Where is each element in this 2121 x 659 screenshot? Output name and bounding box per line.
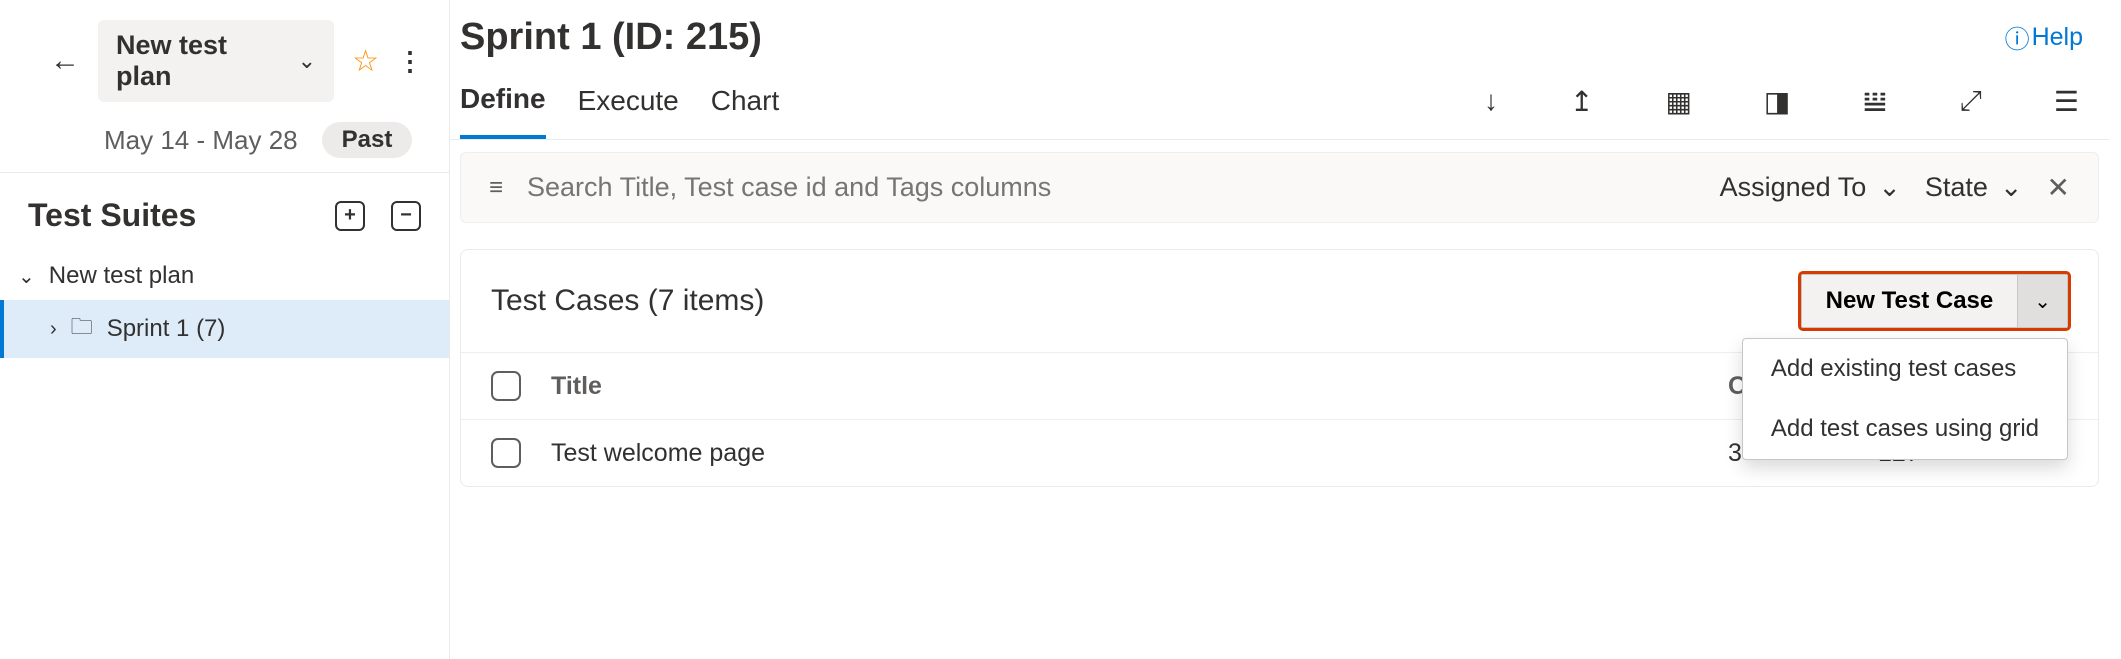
filter-toggle-icon[interactable]: ☰ bbox=[2034, 85, 2099, 138]
tab-bar: Define Execute Chart ↓ ↥ ▦ ◨ 𝍎 ⤢ ☰ bbox=[450, 59, 2109, 140]
sidebar-header: ← New test plan ⌄ ☆ ⋮ May 14 - May 28 Pa… bbox=[0, 0, 449, 172]
help-link[interactable]: ⓘ Help bbox=[2005, 20, 2083, 56]
panel-view-icon[interactable]: ◨ bbox=[1744, 85, 1810, 138]
state-filter[interactable]: State ⌄ bbox=[1925, 172, 2023, 203]
import-icon[interactable]: ↥ bbox=[1550, 85, 1613, 138]
new-test-case-menu: Add existing test cases Add test cases u… bbox=[1742, 338, 2068, 460]
chevron-down-icon: ⌄ bbox=[2000, 172, 2023, 203]
chevron-down-icon: ⌄ bbox=[1878, 172, 1901, 203]
chevron-down-icon: ⌄ bbox=[298, 48, 316, 74]
select-all-checkbox[interactable] bbox=[491, 371, 521, 401]
row-checkbox[interactable] bbox=[491, 438, 521, 468]
tree-item-label: Sprint 1 (7) bbox=[107, 315, 226, 343]
col-title[interactable]: Title bbox=[551, 372, 1698, 401]
main-panel: Sprint 1 (ID: 215) ⓘ Help Define Execute… bbox=[450, 0, 2121, 659]
help-label: Help bbox=[2032, 23, 2083, 52]
date-range: May 14 - May 28 bbox=[104, 125, 298, 156]
row-title: Test welcome page bbox=[551, 439, 1698, 468]
assigned-to-label: Assigned To bbox=[1720, 172, 1867, 203]
tab-chart[interactable]: Chart bbox=[711, 85, 779, 137]
test-plan-selector[interactable]: New test plan ⌄ bbox=[98, 20, 334, 102]
add-suite-button[interactable]: + bbox=[335, 201, 365, 231]
sidebar-subheader: May 14 - May 28 Past bbox=[104, 122, 431, 158]
columns-icon[interactable]: 𝍎 bbox=[1842, 85, 1907, 138]
suites-heading: Test Suites bbox=[28, 197, 196, 234]
tab-execute[interactable]: Execute bbox=[578, 85, 679, 137]
favorite-star-icon[interactable]: ☆ bbox=[352, 44, 379, 79]
search-bar: ≡ Assigned To ⌄ State ⌄ ✕ bbox=[460, 152, 2099, 223]
tree-root-label: New test plan bbox=[49, 262, 194, 290]
suites-tree: ⌄ New test plan › 🗀 Sprint 1 (7) bbox=[0, 246, 449, 358]
page-title: Sprint 1 (ID: 215) bbox=[460, 16, 762, 59]
export-icon[interactable]: ↓ bbox=[1464, 85, 1518, 137]
title-row: Sprint 1 (ID: 215) ⓘ Help bbox=[450, 16, 2109, 59]
sidebar-header-row: ← New test plan ⌄ ☆ ⋮ bbox=[50, 20, 431, 102]
test-cases-card: Test Cases (7 items) New Test Case ⌄ Add… bbox=[460, 249, 2099, 487]
overflow-menu-icon[interactable]: ⋮ bbox=[397, 46, 423, 77]
state-label: State bbox=[1925, 172, 1988, 203]
sidebar: ← New test plan ⌄ ☆ ⋮ May 14 - May 28 Pa… bbox=[0, 0, 450, 659]
new-test-case-split-button: New Test Case ⌄ bbox=[1801, 274, 2068, 328]
card-heading: Test Cases (7 items) bbox=[491, 284, 764, 318]
status-chip: Past bbox=[322, 122, 413, 158]
fullscreen-icon[interactable]: ⤢ bbox=[1939, 85, 2001, 138]
help-icon: ⓘ bbox=[2005, 20, 2030, 56]
tab-define[interactable]: Define bbox=[460, 83, 546, 139]
filter-icon: ≡ bbox=[489, 174, 503, 202]
new-test-case-dropdown[interactable]: ⌄ bbox=[2018, 274, 2068, 328]
search-input[interactable] bbox=[527, 172, 1696, 203]
back-icon[interactable]: ← bbox=[50, 46, 80, 76]
menu-add-grid[interactable]: Add test cases using grid bbox=[1743, 399, 2067, 459]
folder-icon: 🗀 bbox=[71, 310, 93, 348]
tree-item-sprint[interactable]: › 🗀 Sprint 1 (7) bbox=[0, 300, 449, 358]
menu-add-existing[interactable]: Add existing test cases bbox=[1743, 339, 2067, 399]
chevron-down-icon: ⌄ bbox=[18, 264, 35, 289]
suites-header: Test Suites + − bbox=[0, 172, 449, 246]
new-test-case-button[interactable]: New Test Case bbox=[1801, 274, 2019, 328]
tree-root[interactable]: ⌄ New test plan bbox=[0, 252, 449, 300]
collapse-suites-button[interactable]: − bbox=[391, 201, 421, 231]
card-header: Test Cases (7 items) New Test Case ⌄ bbox=[461, 250, 2098, 352]
assigned-to-filter[interactable]: Assigned To ⌄ bbox=[1720, 172, 1901, 203]
test-plan-name: New test plan bbox=[116, 30, 280, 92]
grid-view-icon[interactable]: ▦ bbox=[1645, 85, 1711, 138]
suites-actions: + − bbox=[335, 201, 421, 231]
clear-filters-icon[interactable]: ✕ bbox=[2047, 171, 2070, 204]
chevron-right-icon: › bbox=[50, 318, 57, 341]
